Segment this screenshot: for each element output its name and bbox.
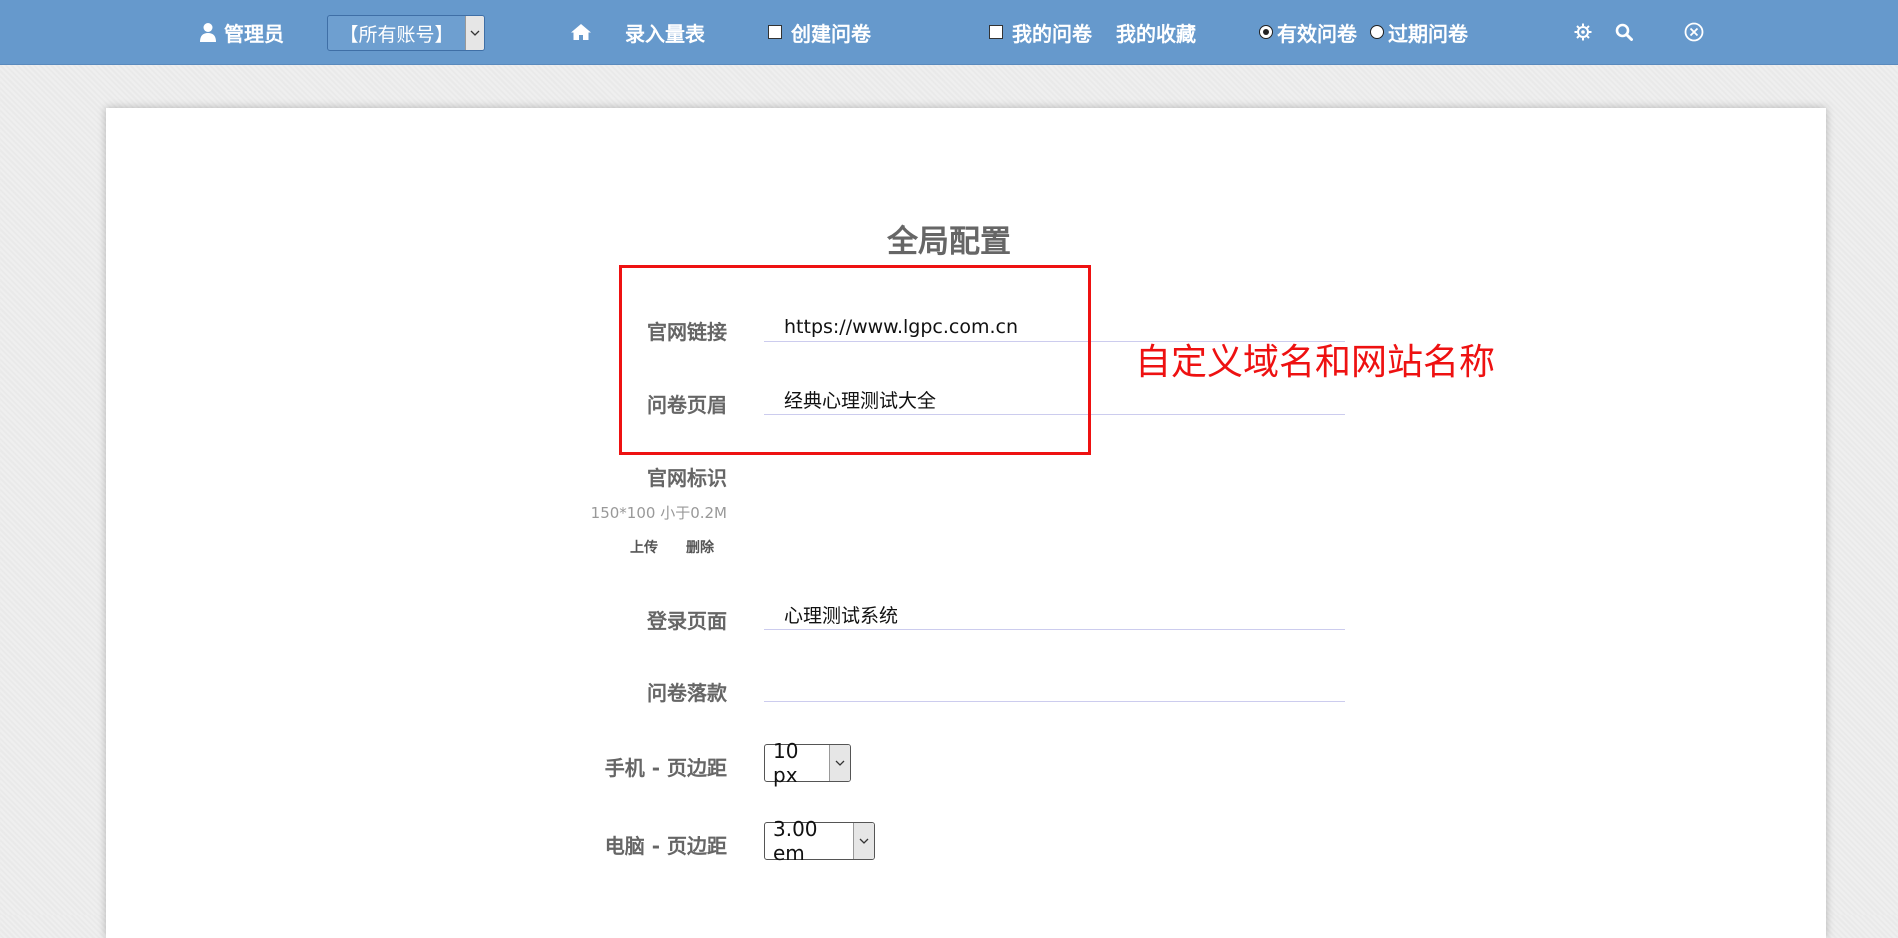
desktop-margin-label: 电脑 - 页边距 [604, 834, 727, 858]
survey-footer-label: 问卷落款 [647, 681, 727, 705]
site-logo-label: 官网标识 [647, 466, 727, 490]
user-icon [200, 22, 216, 42]
logo-size-hint: 150*100 小于0.2M [590, 504, 727, 522]
page-title: 全局配置 [887, 224, 1011, 260]
chevron-down-icon [829, 745, 850, 781]
entry-scale-link[interactable]: 录入量表 [625, 0, 705, 64]
site-link-label: 官网链接 [647, 320, 727, 344]
survey-header-input[interactable] [764, 385, 1345, 415]
mobile-margin-value: 10 px [773, 739, 799, 787]
search-icon [1615, 23, 1633, 41]
delete-button[interactable]: 删除 [686, 537, 714, 557]
chevron-down-icon [853, 823, 874, 859]
search-button[interactable] [1615, 0, 1633, 64]
home-icon [570, 23, 592, 41]
my-surveys-link[interactable]: 我的问卷 [989, 0, 1092, 64]
survey-header-label: 问卷页眉 [647, 393, 727, 417]
create-survey-link[interactable]: 创建问卷 [768, 0, 871, 64]
login-page-input[interactable] [764, 600, 1345, 630]
gear-icon [1574, 23, 1592, 41]
desktop-margin-select[interactable]: 3.00 em [764, 817, 875, 865]
top-navigation-bar: 管理员 【所有账号】 录入量表 创建问卷 我的问卷 我的收藏 有效问卷 过期问卷 [0, 0, 1898, 65]
create-survey-label: 创建问卷 [791, 21, 871, 46]
valid-surveys-radio[interactable] [1259, 25, 1273, 39]
annotation-text: 自定义域名和网站名称 [1135, 342, 1496, 383]
user-menu[interactable]: 管理员 [200, 0, 284, 64]
desktop-margin-value: 3.00 em [773, 817, 818, 865]
login-page-label: 登录页面 [647, 609, 727, 633]
account-select[interactable]: 【所有账号】 [327, 15, 485, 51]
my-surveys-label: 我的问卷 [1012, 21, 1092, 46]
expired-surveys-filter[interactable]: 过期问卷 [1370, 0, 1468, 64]
mobile-margin-select[interactable]: 10 px [764, 739, 851, 787]
valid-surveys-label: 有效问卷 [1277, 21, 1357, 46]
entry-scale-label: 录入量表 [625, 21, 705, 46]
user-label: 管理员 [224, 21, 284, 46]
account-select-value: 【所有账号】 [339, 23, 454, 46]
settings-button[interactable] [1574, 0, 1592, 64]
close-circle-icon [1684, 22, 1704, 42]
home-button[interactable] [570, 0, 592, 64]
upload-button[interactable]: 上传 [630, 537, 658, 557]
expired-surveys-label: 过期问卷 [1388, 21, 1468, 46]
favorites-link[interactable]: 我的收藏 [1116, 0, 1196, 64]
expired-surveys-radio[interactable] [1370, 25, 1384, 39]
chevron-down-icon [465, 16, 484, 50]
valid-surveys-filter[interactable]: 有效问卷 [1259, 0, 1357, 64]
favorites-label: 我的收藏 [1116, 21, 1196, 46]
mobile-margin-label: 手机 - 页边距 [604, 756, 727, 780]
close-button[interactable] [1684, 0, 1704, 64]
create-survey-checkbox[interactable] [768, 25, 782, 39]
survey-footer-input[interactable] [764, 672, 1345, 702]
my-surveys-checkbox[interactable] [989, 25, 1003, 39]
